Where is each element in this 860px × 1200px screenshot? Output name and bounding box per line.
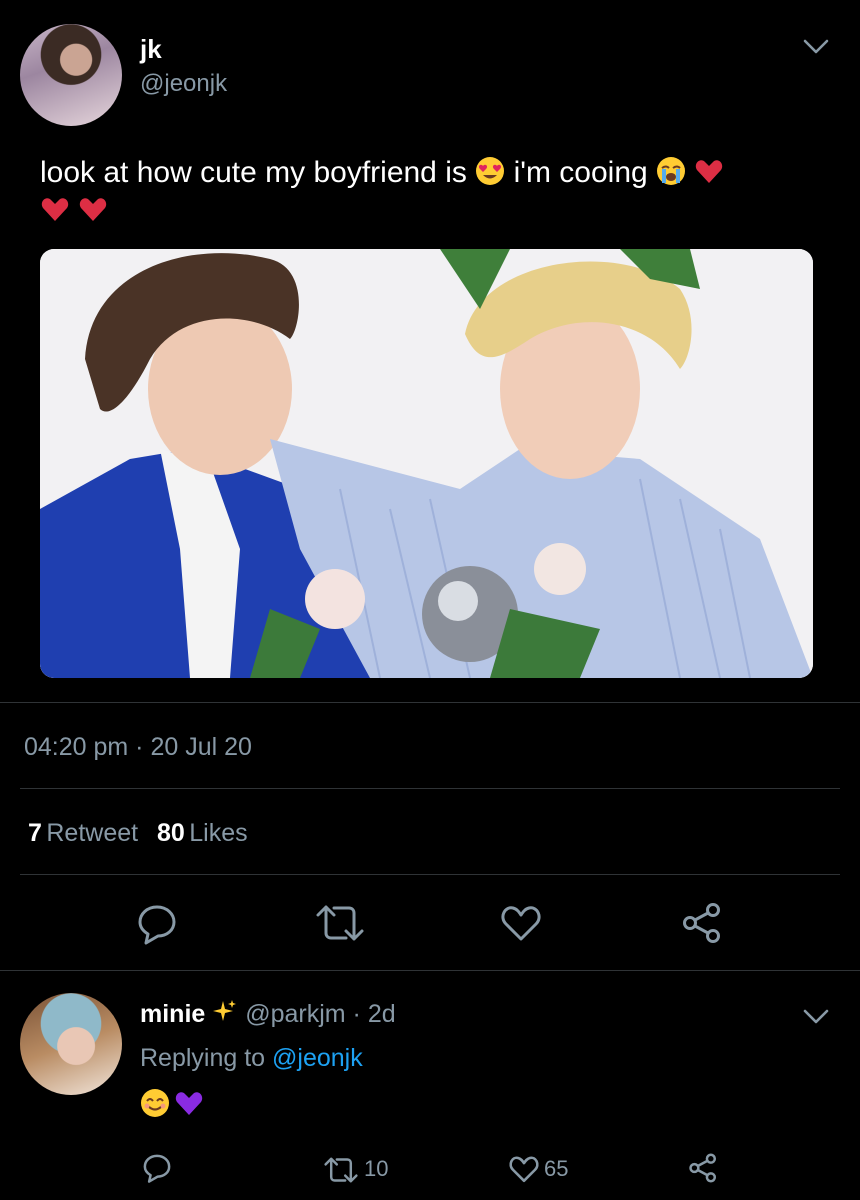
smiling-emoji-icon: [141, 1089, 169, 1117]
author-name[interactable]: jk: [140, 34, 162, 65]
retweet-count[interactable]: 7: [28, 819, 42, 847]
share-icon[interactable]: [681, 902, 723, 944]
divider: [20, 788, 840, 789]
tweet-stats: 7 Retweet 80 Likes: [28, 819, 248, 848]
divider: [0, 970, 860, 971]
tweet-text: look at how cute my boyfriend is i'm coo…: [40, 154, 800, 230]
replying-to-link[interactable]: @jeonjk: [272, 1044, 363, 1072]
reply-author-name[interactable]: minie: [140, 1000, 205, 1028]
comment-icon[interactable]: [136, 903, 178, 945]
sparkles-icon: [213, 1000, 237, 1021]
reply-age: · 2d: [352, 1000, 396, 1028]
crying-emoji-icon: [657, 157, 686, 185]
divider: [20, 874, 840, 875]
tweet-text-part2: i'm cooing: [513, 156, 648, 189]
replying-to-prefix: Replying to: [140, 1044, 266, 1072]
reply-author-avatar[interactable]: [20, 993, 122, 1095]
like-count[interactable]: 80: [157, 819, 185, 847]
author-handle[interactable]: @jeonjk: [140, 70, 227, 98]
red-heart-emoji-icon: [41, 198, 69, 221]
reply-text: [140, 1088, 204, 1119]
tweet-media-photo[interactable]: [40, 249, 813, 678]
heart-eyes-emoji-icon: [476, 157, 505, 185]
share-icon[interactable]: [688, 1153, 718, 1183]
reply-retweet-count[interactable]: 10: [364, 1156, 388, 1182]
retweet-icon[interactable]: [322, 1156, 360, 1184]
retweet-icon[interactable]: [314, 903, 366, 943]
like-label[interactable]: Likes: [189, 819, 247, 847]
heart-icon[interactable]: [500, 904, 542, 942]
tweet-text-part1: look at how cute my boyfriend is: [40, 156, 467, 189]
replying-to: Replying to @jeonjk: [140, 1044, 363, 1073]
chevron-down-icon[interactable]: [802, 38, 830, 56]
chevron-down-icon[interactable]: [802, 1008, 830, 1026]
reply-header: minie @parkjm · 2d: [140, 999, 396, 1029]
reply-author-handle[interactable]: @parkjm: [245, 1000, 345, 1028]
photo-illustration: [40, 249, 813, 678]
retweet-label[interactable]: Retweet: [46, 819, 138, 847]
purple-heart-emoji-icon: [176, 1092, 203, 1115]
divider: [0, 702, 860, 703]
red-heart-emoji-icon: [696, 160, 723, 183]
author-avatar[interactable]: [20, 24, 122, 126]
comment-icon[interactable]: [142, 1153, 172, 1183]
heart-icon[interactable]: [508, 1155, 540, 1183]
red-heart-emoji-icon: [80, 198, 107, 221]
tweet-timestamp[interactable]: 04:20 pm · 20 Jul 20: [24, 733, 252, 762]
reply-like-count[interactable]: 65: [544, 1156, 568, 1182]
